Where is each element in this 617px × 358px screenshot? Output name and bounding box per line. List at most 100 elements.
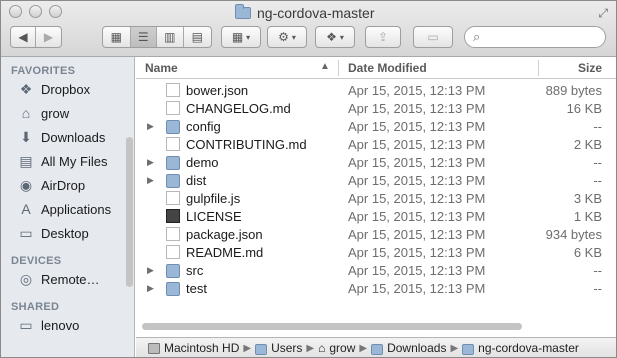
zoom-button[interactable] <box>49 5 62 18</box>
path-item-users[interactable]: Users <box>255 341 302 355</box>
file-row[interactable]: ▶ test Apr 15, 2015, 12:13 PM -- <box>136 279 606 297</box>
column-size[interactable]: Size <box>578 61 602 75</box>
sort-ascending-icon: ▲ <box>320 61 330 72</box>
file-date: Apr 15, 2015, 12:13 PM <box>348 280 486 296</box>
all-files-icon: ▤ <box>19 152 33 169</box>
disclosure-triangle-icon[interactable]: ▶ <box>147 121 154 132</box>
file-date: Apr 15, 2015, 12:13 PM <box>348 190 486 206</box>
minimize-button[interactable] <box>29 5 42 18</box>
sidebar-item-desktop[interactable]: ▭ Desktop <box>1 221 134 245</box>
close-button[interactable] <box>9 5 22 18</box>
tag-icon: ▭ <box>427 30 439 44</box>
path-item-downloads[interactable]: Downloads <box>371 341 446 355</box>
list-view-icon: ☰ <box>137 30 149 44</box>
back-button[interactable]: ◀ <box>11 27 37 47</box>
column-name[interactable]: Name <box>145 61 178 75</box>
file-row[interactable]: CONTRIBUTING.md Apr 15, 2015, 12:13 PM 2 K… <box>136 135 606 153</box>
column-date-modified[interactable]: Date Modified <box>348 61 427 75</box>
search-field[interactable]: ⌕ <box>464 26 606 48</box>
file-row[interactable]: README.md Apr 15, 2015, 12:13 PM 6 KB <box>136 243 606 261</box>
file-name: bower.json <box>186 82 249 98</box>
folder-icon <box>166 282 180 296</box>
applications-icon: A <box>21 201 31 217</box>
file-row[interactable]: gulpfile.js Apr 15, 2015, 12:13 PM 3 KB <box>136 189 606 207</box>
file-size: 889 bytes <box>545 82 602 98</box>
tags-button[interactable]: ▭ <box>413 26 453 48</box>
document-icon <box>166 101 180 115</box>
back-forward-control: ◀ ▶ <box>10 26 62 48</box>
file-size: -- <box>593 118 602 134</box>
file-row[interactable]: ▶ dist Apr 15, 2015, 12:13 PM -- <box>136 171 606 189</box>
sidebar-item-dropbox[interactable]: ❖ Dropbox <box>1 77 134 101</box>
icon-view-icon: ▦ <box>110 30 122 44</box>
finder-window: ng-cordova-master ⤢ ◀ ▶ ▦ ☰ ▥ ▤ ▦ ▾ ⚙ ▾ ❖ ▾… <box>0 0 617 358</box>
disclosure-triangle-icon[interactable]: ▶ <box>147 265 154 276</box>
file-name: CONTRIBUTING.md <box>186 136 307 152</box>
path-item-grow[interactable]: ⌂ grow <box>318 341 355 355</box>
file-date: Apr 15, 2015, 12:13 PM <box>348 208 486 224</box>
column-view-button[interactable]: ▥ <box>157 27 184 47</box>
file-name: test <box>186 280 207 296</box>
folder-icon <box>255 343 268 355</box>
file-row[interactable]: ▶ demo Apr 15, 2015, 12:13 PM -- <box>136 153 606 171</box>
file-size: 16 KB <box>566 100 602 116</box>
file-date: Apr 15, 2015, 12:13 PM <box>348 118 486 134</box>
disclosure-triangle-icon[interactable]: ▶ <box>147 283 154 294</box>
share-button[interactable]: ⇪ <box>365 26 401 48</box>
horizontal-scrollbar[interactable] <box>142 323 522 330</box>
gear-icon: ⚙ <box>278 30 289 44</box>
sidebar-item-grow[interactable]: ⌂ grow <box>1 101 134 125</box>
file-list: Name ▲ Date Modified Size bower.json Apr … <box>136 57 616 339</box>
back-icon: ◀ <box>18 30 28 44</box>
cover-flow-icon: ▤ <box>191 30 203 44</box>
downloads-icon: ⬇ <box>20 128 32 145</box>
sidebar-item-remote[interactable]: ◎ Remote… <box>1 267 134 291</box>
list-view-button[interactable]: ☰ <box>130 27 158 47</box>
disclosure-triangle-icon[interactable]: ▶ <box>147 175 154 186</box>
path-item-ng-cordova-master[interactable]: ng-cordova-master <box>462 341 579 355</box>
dropbox-button[interactable]: ❖ ▾ <box>315 26 355 48</box>
path-bar: Macintosh HD ▶ Users ▶ ⌂ grow ▶ Downloads… <box>136 337 616 357</box>
path-item-macintosh-hd[interactable]: Macintosh HD <box>148 341 239 355</box>
file-row[interactable]: ▶ src Apr 15, 2015, 12:13 PM -- <box>136 261 606 279</box>
dropbox-icon: ❖ <box>19 80 33 97</box>
file-size: 6 KB <box>573 244 602 260</box>
file-row[interactable]: CHANGELOG.md Apr 15, 2015, 12:13 PM 16 KB <box>136 99 606 117</box>
folder-icon <box>166 264 180 278</box>
dropbox-icon: ❖ <box>326 30 337 44</box>
sidebar-item-airdrop[interactable]: ◉ AirDrop <box>1 173 134 197</box>
sidebar-item-lenovo[interactable]: ▭ lenovo <box>1 313 134 337</box>
file-row[interactable]: bower.json Apr 15, 2015, 12:13 PM 889 byte… <box>136 81 606 99</box>
arrange-icon: ▦ <box>231 30 244 44</box>
icon-view-button[interactable]: ▦ <box>103 27 131 47</box>
sidebar-item-downloads[interactable]: ⬇ Downloads <box>1 125 134 149</box>
document-icon <box>166 227 180 241</box>
file-row[interactable]: ▶ config Apr 15, 2015, 12:13 PM -- <box>136 117 606 135</box>
search-icon: ⌕ <box>473 29 481 44</box>
sidebar-item-applications[interactable]: A Applications <box>1 197 134 221</box>
sidebar-item-all-my-files[interactable]: ▤ All My Files <box>1 149 134 173</box>
sidebar: FAVORITES ❖ Dropbox ⌂ grow ⬇ Downloads ▤ All… <box>1 57 135 357</box>
arrange-button[interactable]: ▦ ▾ <box>221 26 261 48</box>
file-row[interactable]: package.json Apr 15, 2015, 12:13 PM 934 by… <box>136 225 606 243</box>
column-header: Name ▲ Date Modified Size <box>136 57 616 79</box>
favorites-header: FAVORITES <box>11 65 76 77</box>
file-name: CHANGELOG.md <box>186 100 291 116</box>
file-size: -- <box>593 172 602 188</box>
document-icon <box>166 137 180 151</box>
document-icon <box>166 83 180 97</box>
disc-icon: ◎ <box>19 270 33 287</box>
cover-flow-button[interactable]: ▤ <box>184 27 211 47</box>
chevron-right-icon: ▶ <box>359 342 368 354</box>
forward-button[interactable]: ▶ <box>36 27 61 47</box>
sidebar-scrollbar[interactable] <box>126 137 133 287</box>
chevron-right-icon: ▶ <box>450 342 459 354</box>
file-date: Apr 15, 2015, 12:13 PM <box>348 262 486 278</box>
fullscreen-icon[interactable]: ⤢ <box>598 6 608 21</box>
action-button[interactable]: ⚙ ▾ <box>267 26 307 48</box>
folder-icon <box>166 120 180 134</box>
file-size: 934 bytes <box>545 226 602 242</box>
disclosure-triangle-icon[interactable]: ▶ <box>147 157 154 168</box>
file-row[interactable]: LICENSE Apr 15, 2015, 12:13 PM 1 KB <box>136 207 606 225</box>
file-date: Apr 15, 2015, 12:13 PM <box>348 244 486 260</box>
